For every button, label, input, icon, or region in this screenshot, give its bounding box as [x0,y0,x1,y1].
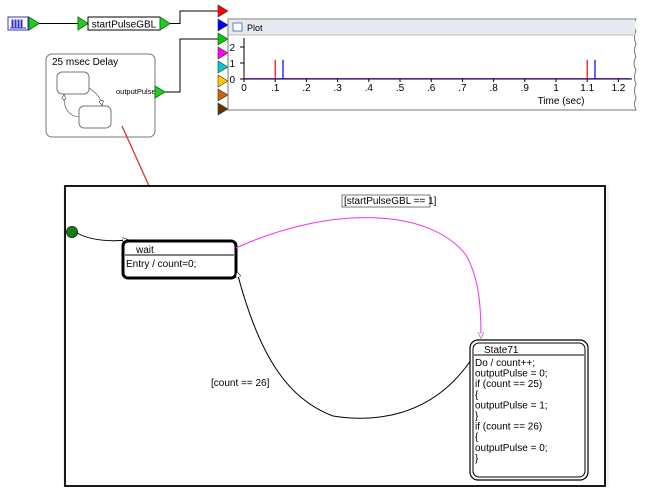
plot-input-port-2[interactable] [217,18,229,32]
plot-input-port-3[interactable] [217,32,229,46]
gbl-input-port[interactable] [77,16,89,31]
plot-x-tick-label: 1.2 [611,83,625,94]
plot-x-tick-label: .4 [365,83,374,94]
plot-x-tick-label: .2 [302,83,311,94]
wait-state[interactable]: wait Entry / count=0; [121,239,238,280]
plot-x-tick-label: 1 [553,83,559,94]
transition-top-label[interactable]: [startPulseGBL == 1] [344,196,437,207]
state71-code-line: Do / count++; [475,358,535,369]
plot-y-tick-label: 2 [229,43,235,54]
state71-name: State71 [484,345,519,356]
plot-x-tick-label: 0 [241,83,247,94]
delay-block[interactable]: 25 msec Delay outputPulse [45,53,166,138]
gbl-output-port[interactable] [159,16,171,31]
plot-x-tick-label: .1 [271,83,280,94]
plot-x-tick-label: .6 [427,83,436,94]
plot-input-port-1[interactable] [217,4,229,18]
state71[interactable]: State71 Do / count++;outputPulse = 0;if … [469,339,589,481]
start-pulse-gbl-block[interactable]: startPulseGBL [77,16,171,31]
delay-state-top [56,71,90,95]
wait-state-name: wait [135,245,154,256]
wire-delay-to-plot [165,38,218,93]
plot-x-tick-label: .5 [396,83,405,94]
delay-state-bottom [78,105,112,129]
delay-output-label: outputPulse [116,87,156,96]
plot-window-icon [232,22,243,32]
transition-bottom-label[interactable]: [count == 26] [211,378,270,389]
plot-input-ports [217,4,229,116]
plot-window[interactable]: Plot 2 1 00 .1 .2 .3 .4 .5 .6 .7 .8 .9 1 1.1 1.2 Time … [227,18,637,111]
state71-code: Do / count++;outputPulse = 0;if (count =… [475,358,548,464]
gbl-label: startPulseGBL [92,20,157,31]
initial-state-node[interactable] [66,226,78,238]
diagram-canvas: startPulseGBL 25 msec Delay outputPulse … [7,4,637,487]
plot-x-axis-label: Time (sec) [538,96,585,107]
state71-code-line: outputPulse = 0; [475,443,548,454]
state71-code-line: if (count == 25) [475,379,542,390]
plot-x-tick-label: 1.1 [580,83,594,94]
plot-input-port-7[interactable] [217,88,229,102]
plot-input-port-6[interactable] [217,74,229,88]
source-output-port[interactable] [28,16,40,31]
state71-code-line: outputPulse = 0; [475,369,548,380]
plot-y-tick-label: 1 [229,59,235,70]
state71-code-line: if (count == 26) [475,422,542,433]
plot-x-tick-label: .8 [489,83,498,94]
pulse-source-block[interactable] [7,16,40,31]
wait-state-action: Entry / count=0; [126,259,196,270]
plot-input-port-5[interactable] [217,60,229,74]
plot-title: Plot [247,23,263,33]
state71-code-line: outputPulse = 1; [475,400,548,411]
wire-gbl-to-plot [170,10,218,24]
delay-block-title: 25 msec Delay [52,57,118,68]
plot-input-port-4[interactable] [217,46,229,60]
plot-x-tick-label: .7 [458,83,467,94]
plot-x-tick-label: .3 [333,83,342,94]
plot-titlebar[interactable] [229,20,635,35]
plot-x-tick-label: .9 [521,83,530,94]
plot-y-tick-label: 0 [229,75,235,86]
plot-input-port-8[interactable] [217,102,229,116]
delay-output-port[interactable] [154,85,166,99]
